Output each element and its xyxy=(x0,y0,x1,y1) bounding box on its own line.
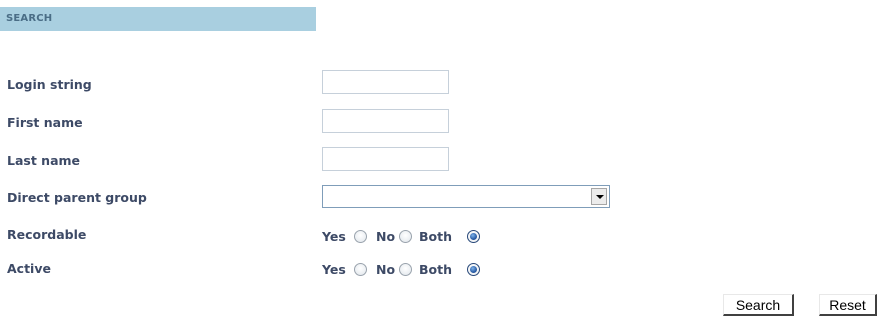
search-panel-header: SEARCH xyxy=(0,7,316,31)
active-both-label[interactable]: Both xyxy=(419,262,452,277)
recordable-no-label[interactable]: No xyxy=(376,229,395,244)
active-yes-radio[interactable] xyxy=(354,263,367,276)
chevron-down-icon[interactable] xyxy=(591,188,607,205)
first-name-label: First name xyxy=(7,115,83,130)
active-no-label[interactable]: No xyxy=(376,262,395,277)
search-panel-title: SEARCH xyxy=(6,13,53,24)
last-name-input[interactable] xyxy=(322,147,449,171)
last-name-label: Last name xyxy=(7,153,81,168)
first-name-input[interactable] xyxy=(322,109,449,133)
recordable-no-radio[interactable] xyxy=(399,230,412,243)
active-no-radio[interactable] xyxy=(399,263,412,276)
login-string-label: Login string xyxy=(7,77,92,92)
reset-button[interactable]: Reset xyxy=(819,294,877,316)
recordable-both-radio[interactable] xyxy=(467,230,480,243)
search-button[interactable]: Search xyxy=(723,294,794,316)
recordable-both-label[interactable]: Both xyxy=(419,229,452,244)
recordable-label: Recordable xyxy=(7,227,87,242)
login-string-input[interactable] xyxy=(322,70,449,94)
parent-group-label: Direct parent group xyxy=(7,190,147,205)
recordable-yes-label[interactable]: Yes xyxy=(322,229,346,244)
active-yes-label[interactable]: Yes xyxy=(322,262,346,277)
active-both-radio[interactable] xyxy=(467,263,480,276)
active-label: Active xyxy=(7,261,51,276)
recordable-yes-radio[interactable] xyxy=(354,230,367,243)
parent-group-select[interactable] xyxy=(322,185,610,208)
